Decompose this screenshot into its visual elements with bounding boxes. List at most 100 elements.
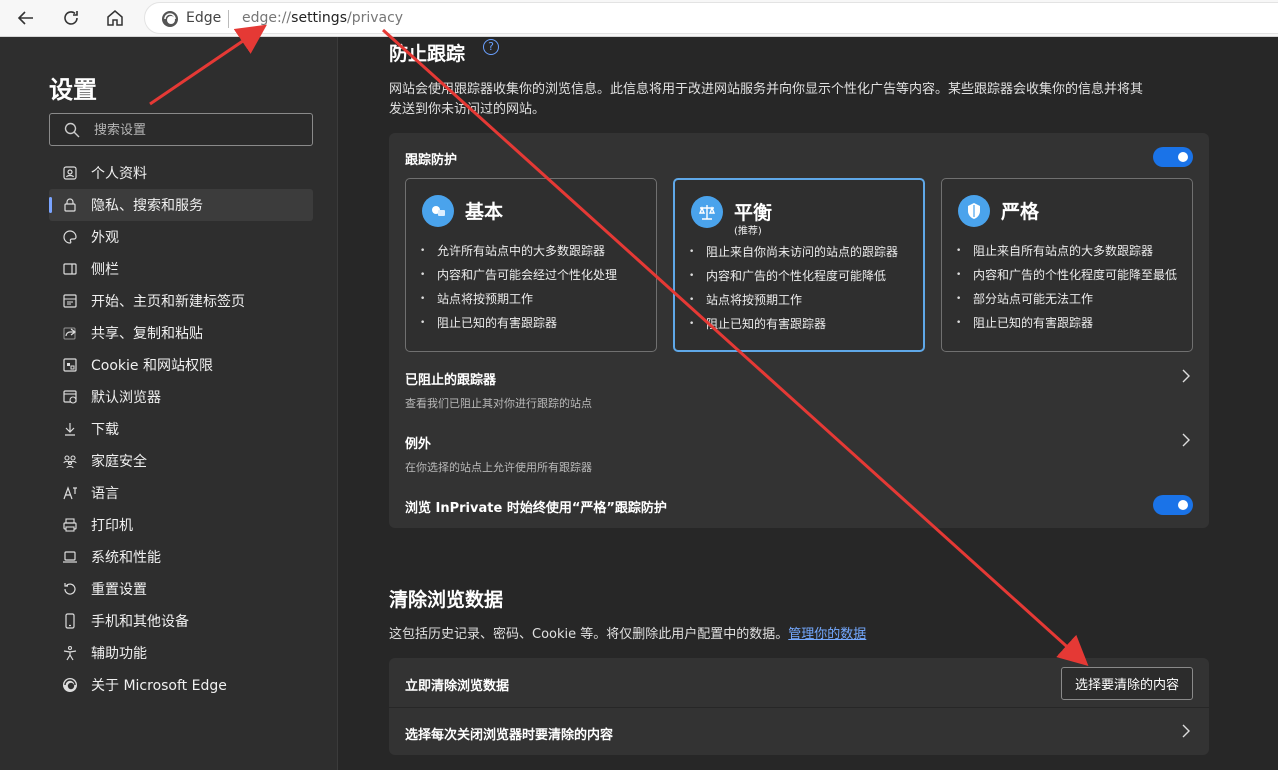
home-tab-icon [61,292,79,310]
download-icon [61,420,79,438]
sidebar-item-accessibility[interactable]: 辅助功能 [49,637,313,669]
address-bar[interactable]: Edge edge://settings/privacy [144,2,1278,34]
sidebar-item-label: 共享、复制和粘贴 [91,326,203,342]
level-bullets: 阻止来自你尚未访问的站点的跟踪器 内容和广告的个性化程度可能降低 站点将按预期工… [689,240,898,336]
edge-logo-icon [162,11,178,27]
level-bullet: 内容和广告的个性化程度可能降低 [689,264,898,288]
tracking-description-line1: 网站会使用跟踪器收集你的浏览信息。此信息将用于改进网站服务并向你显示个性化广告等… [389,82,1144,97]
level-name: 严格 [1001,201,1040,223]
settings-nav: 个人资料 隐私、搜索和服务 外观 侧栏 开始、主页和新建标签页 共享、复制和粘贴… [49,157,313,701]
level-bullet: 内容和广告的个性化程度可能降至最低 [956,263,1177,287]
level-bullet: 允许所有站点中的大多数跟踪器 [420,239,617,263]
tracking-protection-label: 跟踪防护 [405,153,458,168]
back-arrow-icon [17,11,33,25]
clear-on-close-label[interactable]: 选择每次关闭浏览器时要清除的内容 [405,724,613,743]
card-divider [389,707,1209,708]
clear-data-section-title: 清除浏览数据 [389,589,504,611]
sidebar-item-label: 重置设置 [91,582,147,598]
sidebar-item-label: 语言 [91,486,119,502]
manage-data-link[interactable]: 管理你的数据 [788,627,866,642]
tracking-section-title: 防止跟踪 [389,43,466,65]
sidebar-item-label: 辅助功能 [91,646,147,662]
choose-what-to-clear-button[interactable]: 选择要清除的内容 [1061,667,1193,700]
exceptions-subtitle: 在你选择的站点上允许使用所有跟踪器 [405,461,592,474]
sidebar-item-label: 手机和其他设备 [91,614,189,630]
sidebar-item-phone[interactable]: 手机和其他设备 [49,605,313,637]
inprivate-strict-label: 浏览 InPrivate 时始终使用“严格”跟踪防护 [405,501,667,516]
chevron-right-icon[interactable] [1180,724,1192,738]
search-box[interactable] [49,113,313,146]
share-icon [61,324,79,342]
sidebar-item-downloads[interactable]: 下载 [49,413,313,445]
url-host: settings [291,10,347,26]
blocked-trackers-subtitle: 查看我们已阻止其对你进行跟踪的站点 [405,397,592,410]
level-bullets: 允许所有站点中的大多数跟踪器 内容和广告可能会经过个性化处理 站点将按预期工作 … [420,239,617,335]
inprivate-strict-toggle[interactable] [1153,495,1193,515]
level-name: 平衡 [734,202,773,224]
chevron-right-icon[interactable] [1180,369,1192,383]
language-icon [61,484,79,502]
shield-icon [958,195,990,227]
level-balanced[interactable]: 平衡 (推荐) 阻止来自你尚未访问的站点的跟踪器 内容和广告的个性化程度可能降低… [673,178,925,352]
sidebar-item-about[interactable]: 关于 Microsoft Edge [49,669,313,701]
refresh-button[interactable] [57,5,85,31]
sidebar-item-label: 个人资料 [91,166,147,182]
address-separator [228,10,229,28]
back-button[interactable] [12,5,40,31]
level-bullet: 阻止来自所有站点的大多数跟踪器 [956,239,1177,263]
sidebar-item-cookies[interactable]: Cookie 和网站权限 [49,349,313,381]
tracking-description: 网站会使用跟踪器收集你的浏览信息。此信息将用于改进网站服务并向你显示个性化广告等… [389,80,1143,120]
sidebar-item-privacy[interactable]: 隐私、搜索和服务 [49,189,313,221]
level-strict[interactable]: 严格 阻止来自所有站点的大多数跟踪器 内容和广告的个性化程度可能降至最低 部分站… [941,178,1193,352]
sidebar-item-printers[interactable]: 打印机 [49,509,313,541]
sidebar-item-system[interactable]: 系统和性能 [49,541,313,573]
sidebar-item-sidebar[interactable]: 侧栏 [49,253,313,285]
sidebar-item-share[interactable]: 共享、复制和粘贴 [49,317,313,349]
exceptions-title[interactable]: 例外 [405,433,431,452]
level-name: 基本 [465,201,504,223]
search-input[interactable] [94,120,294,140]
accessibility-icon [61,644,79,662]
scales-icon [691,196,723,228]
sidebar-item-label: 打印机 [91,518,133,534]
sidebar-item-reset[interactable]: 重置设置 [49,573,313,605]
family-icon [61,452,79,470]
tracking-protection-toggle[interactable] [1153,147,1193,167]
laptop-icon [61,548,79,566]
tracking-description-line2: 发送到你未访问过的网站。 [389,102,546,117]
profile-icon [61,164,79,182]
sidebar-item-label: 家庭安全 [91,454,147,470]
level-bullet: 阻止已知的有害跟踪器 [956,311,1177,335]
palette-icon [61,228,79,246]
sidebar-item-family[interactable]: 家庭安全 [49,445,313,477]
sidebar-item-default-browser[interactable]: 默认浏览器 [49,381,313,413]
url-path: /privacy [347,10,404,26]
sidebar-item-label: 下载 [91,422,119,438]
url-text: edge://settings/privacy [242,10,403,26]
level-bullet: 阻止已知的有害跟踪器 [420,311,617,335]
home-button[interactable] [101,5,129,31]
chevron-right-icon[interactable] [1180,433,1192,447]
sidebar-item-start-home[interactable]: 开始、主页和新建标签页 [49,285,313,317]
sidebar-item-language[interactable]: 语言 [49,477,313,509]
clear-now-label: 立即清除浏览数据 [405,679,510,694]
refresh-icon [64,11,78,25]
level-basic[interactable]: 基本 允许所有站点中的大多数跟踪器 内容和广告可能会经过个性化处理 站点将按预期… [405,178,657,352]
sidebar-item-label: 默认浏览器 [91,390,161,406]
clear-data-text: 这包括历史记录、密码、Cookie 等。将仅删除此用户配置中的数据。 [389,627,789,642]
level-bullet: 内容和广告可能会经过个性化处理 [420,263,617,287]
sidebar-item-label: 关于 Microsoft Edge [91,678,227,694]
cookie-icon [61,356,79,374]
reset-icon [61,580,79,598]
sidebar-item-profile[interactable]: 个人资料 [49,157,313,189]
level-bullet: 站点将按预期工作 [689,288,898,312]
sidebar-item-label: 外观 [91,230,119,246]
settings-sidebar: 设置 个人资料 隐私、搜索和服务 外观 侧栏 开始、主页和新建标签页 共享、复制… [0,37,338,770]
help-icon[interactable]: ? [483,39,499,55]
blocked-trackers-title[interactable]: 已阻止的跟踪器 [405,369,496,388]
level-recommended-tag: (推荐) [734,226,762,237]
sidebar-item-label: 开始、主页和新建标签页 [91,294,245,310]
level-bullet: 站点将按预期工作 [420,287,617,311]
level-bullet: 阻止来自你尚未访问的站点的跟踪器 [689,240,898,264]
sidebar-item-appearance[interactable]: 外观 [49,221,313,253]
